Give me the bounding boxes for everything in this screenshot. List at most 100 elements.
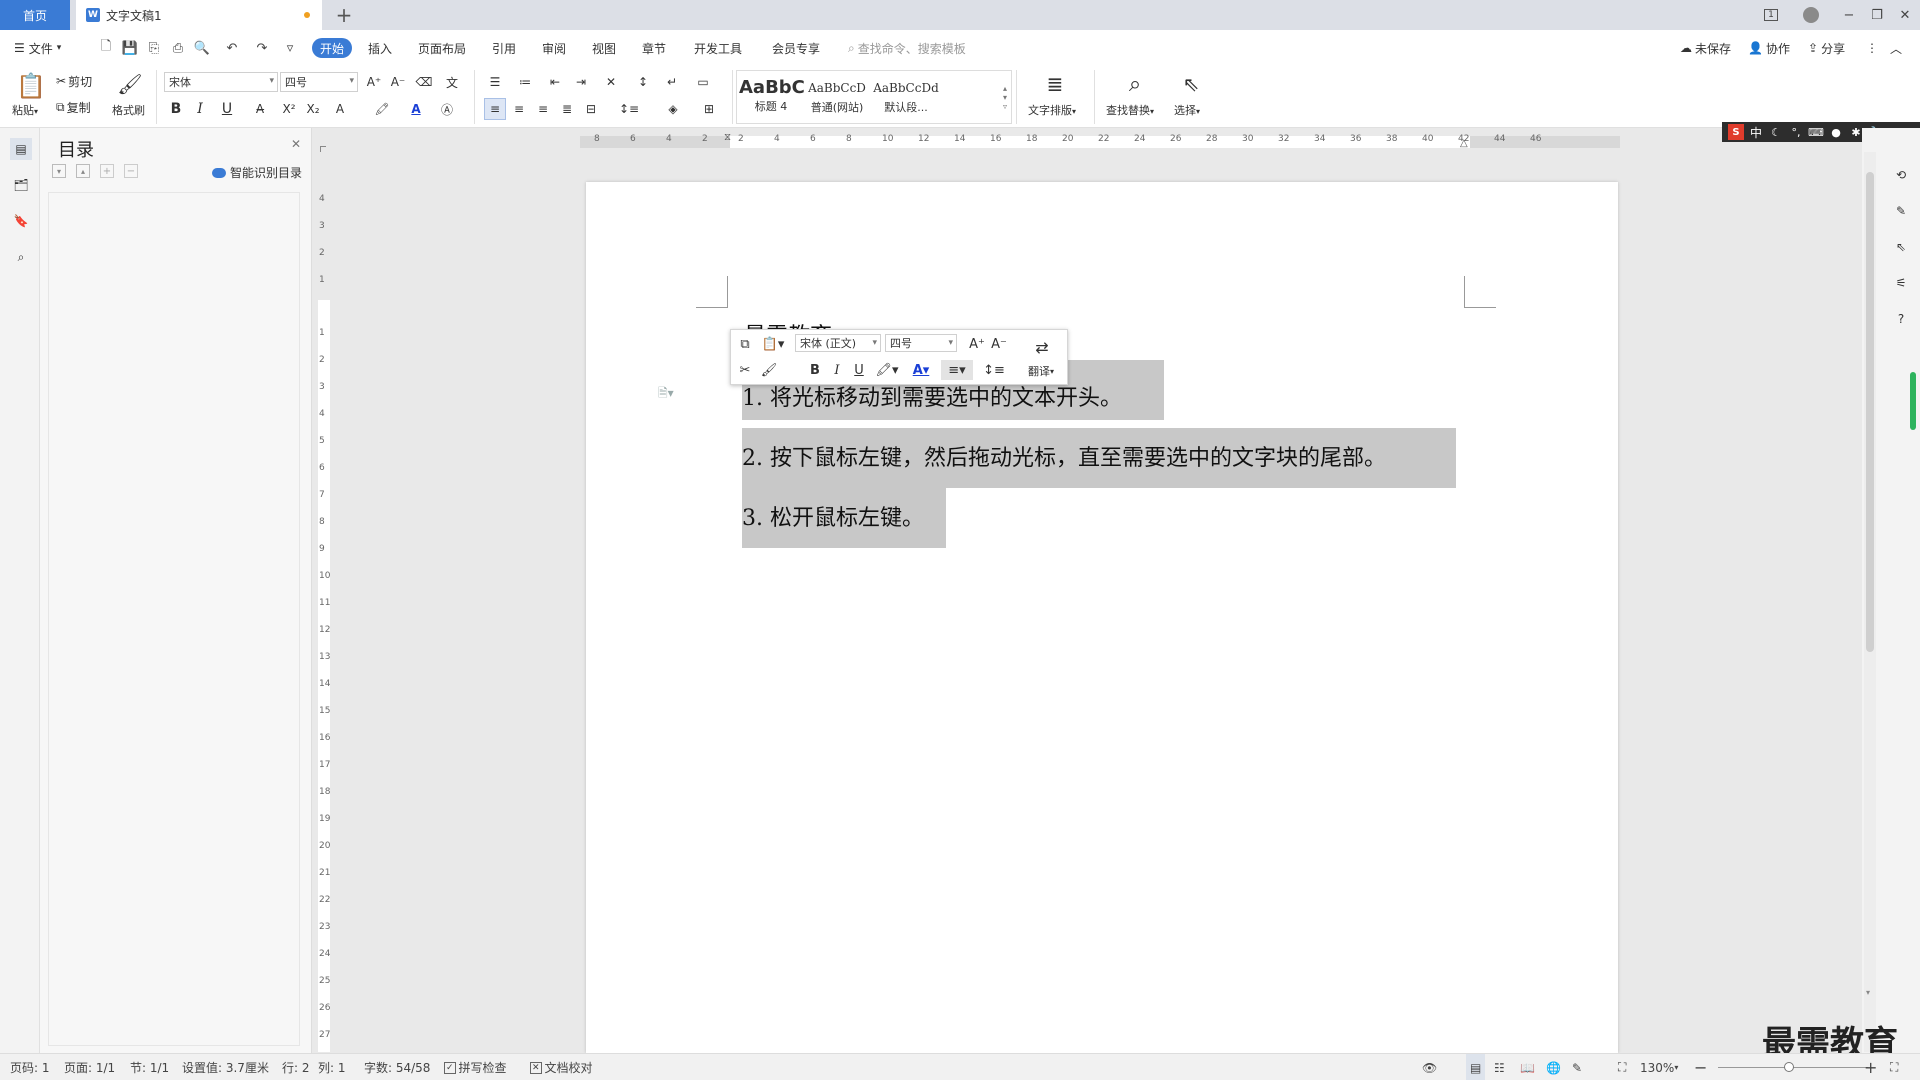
punctuation-icon[interactable]: °, [1788,124,1804,140]
clear-format-icon[interactable]: ⌫ [414,72,434,92]
doc-proof-button[interactable]: ✕ 文档校对 [530,1054,593,1080]
collapse-ribbon-icon[interactable]: ︿ [1890,30,1902,66]
line-spacing-icon[interactable]: ↕≡ [614,98,644,120]
style-normal-web[interactable]: AaBbCcD 普通(网站) [805,73,869,121]
format-painter-button[interactable]: 格式刷 [112,102,145,118]
zoom-select[interactable]: 130% ▾ [1640,1054,1678,1080]
numbered-list-icon[interactable]: ≔ [512,72,538,92]
table-tab-icon[interactable]: ▭ [692,72,714,92]
expand-all-icon[interactable]: ▾ [52,164,66,178]
justify-button[interactable]: ≣ [556,98,578,120]
decrease-indent-icon[interactable]: ⇤ [544,72,566,92]
pointer-icon[interactable]: ⇖ [1890,236,1912,258]
paste-button[interactable]: 粘贴▾ [12,102,38,118]
text-layout-icon[interactable]: ≣ [1040,70,1070,98]
help-icon[interactable]: ? [1890,308,1912,330]
search-icon[interactable]: ⌕ [10,246,32,268]
collapse-all-icon[interactable]: ▴ [76,164,90,178]
select-button[interactable]: 选择▾ [1174,102,1200,118]
share-button[interactable]: ⇪ 分享 [1808,30,1845,66]
align-right-button[interactable]: ≡ [532,98,554,120]
fullscreen-icon[interactable]: ⛶ [1890,1054,1898,1080]
menu-tab-layout[interactable]: 页面布局 [418,30,466,66]
magnifier-icon[interactable]: ⌕ [1120,70,1150,98]
sliders-icon[interactable]: ⚟ [1890,272,1912,294]
file-menu[interactable]: ☰ 文件 ▾ [14,30,61,66]
menu-tab-view[interactable]: 视图 [592,30,616,66]
grow-font-icon[interactable]: A⁺ [364,72,384,92]
bookmark-icon[interactable]: 🔖 [10,210,32,232]
smart-toc-button[interactable]: 智能识别目录 [212,164,302,181]
underline-button[interactable]: U [214,98,240,120]
font-name-select[interactable]: 宋体 [164,72,278,92]
style-heading4[interactable]: AaBbC 标题 4 [739,73,805,121]
paste-icon[interactable]: 📋 [14,70,48,102]
user-icon[interactable]: ● [1828,124,1844,140]
add-level-icon[interactable]: + [100,164,114,178]
status-row[interactable]: 行: 2 [282,1054,310,1080]
copy-icon[interactable]: ⧉ [735,334,755,354]
fit-page-icon[interactable]: ⛶ [1618,1054,1626,1080]
close-button[interactable]: ✕ [1892,4,1918,26]
zoom-in-button[interactable]: + [1864,1054,1877,1080]
shape-icon[interactable]: ⟲ [1890,164,1912,186]
redo-icon[interactable]: ↷ [252,38,272,58]
mini-italic-button[interactable]: I [827,360,847,380]
shrink-font-icon[interactable]: A⁻ [388,72,408,92]
translate-button[interactable]: 翻译 ▾ [1021,362,1061,380]
scissors-icon[interactable]: ✂ [735,360,755,380]
print-icon[interactable]: ⎙ [168,38,188,58]
scrollbar-thumb[interactable] [1866,172,1874,652]
layout-badge-button[interactable]: 1 [1758,4,1784,26]
moon-icon[interactable]: ☾ [1768,124,1784,140]
cursor-arrow-icon[interactable]: ⇖ [1178,70,1204,98]
font-color-icon[interactable]: A [402,98,430,120]
cut-button[interactable]: ✂ 剪切 [56,72,92,90]
line-spacing-icon[interactable]: ↕≡ [979,360,1009,380]
scroll-down-icon[interactable]: ▾ [1866,988,1870,997]
shrink-font-icon[interactable]: A⁻ [989,334,1009,354]
styles-scroll-icon[interactable]: ▴ ▾ ▿ [999,73,1011,121]
mini-size-select[interactable]: 四号 [885,334,957,352]
page-view-icon[interactable]: ▤ [1466,1054,1486,1080]
status-section[interactable]: 节: 1/1 [130,1054,169,1080]
menu-tab-section[interactable]: 章节 [642,30,666,66]
more-icon[interactable]: ⋮ [1866,30,1878,66]
outline-view-icon[interactable]: ☷ [1494,1054,1505,1080]
sort-icon[interactable]: ↕ [632,72,654,92]
font-color-icon[interactable]: A▾ [907,360,935,380]
text-layout-button[interactable]: 文字排版▾ [1028,102,1076,118]
side-pull-tab[interactable] [1910,372,1916,430]
menu-tab-references[interactable]: 引用 [492,30,516,66]
folder-icon[interactable]: 🗂 [10,174,32,196]
format-painter-icon[interactable]: 🖌 [759,360,779,380]
remove-level-icon[interactable]: − [124,164,138,178]
copy-button[interactable]: ⧉ 复制 [56,98,91,116]
shading-icon[interactable]: ◈ [658,98,688,120]
format-painter-icon[interactable]: 🖌 [116,70,144,98]
paragraph-marker-icon[interactable]: 🗎▾ [658,384,674,405]
ime-mode[interactable]: 中 [1748,124,1764,140]
zoom-slider-handle[interactable] [1784,1062,1794,1072]
status-page-number[interactable]: 页码: 1 [10,1054,50,1080]
increase-indent-icon[interactable]: ⇥ [570,72,592,92]
show-marks-icon[interactable]: ↵ [658,72,686,92]
tab-home[interactable]: 首页 [0,0,70,30]
status-word-count[interactable]: 字数: 54/58 [364,1054,430,1080]
close-icon[interactable]: ✕ [288,136,304,152]
italic-button[interactable]: I [190,98,210,120]
grow-font-icon[interactable]: A⁺ [967,334,987,354]
web-view-icon[interactable]: 🌐 [1546,1054,1561,1080]
command-search[interactable]: ⌕ 查找命令、搜索模板 [848,30,966,66]
eye-protect-icon[interactable]: 👁 [1422,1054,1437,1080]
borders-icon[interactable]: ⊞ [694,98,724,120]
right-indent-marker[interactable]: △ [1460,138,1468,149]
vertical-scrollbar[interactable]: ▾ [1864,152,1876,1052]
new-tab-button[interactable]: + [332,3,356,27]
strikethrough-icon[interactable]: A̶ [248,98,272,120]
status-column[interactable]: 列: 1 [318,1054,346,1080]
keyboard-icon[interactable]: ⌨ [1808,124,1824,140]
status-page[interactable]: 页面: 1/1 [64,1054,115,1080]
list-item-2[interactable]: 2. 按下鼠标左键，然后拖动光标，直至需要选中的文字块的尾部。 [742,440,1386,472]
style-default-paragraph[interactable]: AaBbCcDd 默认段... [871,73,941,121]
